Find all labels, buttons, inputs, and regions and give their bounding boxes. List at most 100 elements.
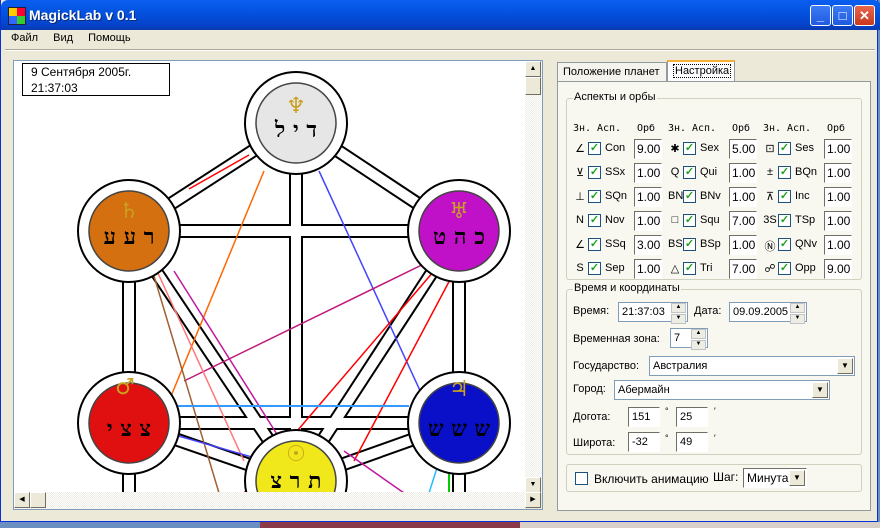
vertical-scroll-thumb[interactable] bbox=[525, 77, 541, 95]
sphere-letters-left-upper: ר ע ע bbox=[103, 224, 154, 250]
aspect-checkbox[interactable]: ✓ bbox=[683, 238, 696, 251]
aspect-checkbox[interactable]: ✓ bbox=[683, 262, 696, 275]
spin-down-icon[interactable]: ▼ bbox=[790, 314, 805, 324]
aspect-checkbox[interactable]: ✓ bbox=[778, 166, 791, 179]
aspect-orb-input[interactable]: 7.00 bbox=[729, 211, 757, 231]
aspect-checkbox[interactable]: ✓ bbox=[588, 238, 601, 251]
latitude-minutes-input[interactable]: 49 bbox=[676, 432, 708, 452]
country-select[interactable]: Австралия ▼ bbox=[649, 356, 855, 376]
aspect-checkbox[interactable]: ✓ bbox=[588, 190, 601, 203]
date-input[interactable]: 09.09.2005 ▲ ▼ bbox=[729, 302, 807, 324]
tab-label: Положение планет bbox=[563, 66, 660, 78]
aspect-checkbox[interactable]: ✓ bbox=[778, 142, 791, 155]
timezone-input[interactable]: 7 ▲ ▼ bbox=[670, 328, 708, 350]
city-label: Город: bbox=[573, 383, 606, 395]
aspect-orb-input[interactable]: 1.00 bbox=[729, 163, 757, 183]
degree-sign: ° bbox=[665, 433, 669, 443]
tree-of-life-canvas[interactable]: ♆ ♄ ♅ ♂ ♃ ☉ ד י ל ר ע ע כ ה ט צ צ י ש ש … bbox=[13, 60, 543, 510]
aspect-checkbox[interactable]: ✓ bbox=[588, 142, 601, 155]
menu-help[interactable]: Помощь bbox=[82, 30, 137, 46]
sphere-letters-top: ד י ל bbox=[274, 117, 317, 143]
scroll-left-arrow-icon[interactable]: ◀ bbox=[14, 492, 30, 508]
aspects-header: Орб bbox=[637, 123, 656, 134]
horizontal-scrollbar[interactable]: ◀ bbox=[14, 492, 526, 509]
aspect-orb-input[interactable]: 9.00 bbox=[824, 259, 852, 279]
aspect-symbol-icon: ± bbox=[766, 166, 774, 178]
spin-up-icon[interactable]: ▲ bbox=[671, 303, 686, 313]
scroll-right-arrow-icon[interactable]: ▶ bbox=[525, 492, 541, 508]
aspect-checkbox[interactable]: ✓ bbox=[588, 214, 601, 227]
dropdown-arrow-icon[interactable]: ▼ bbox=[789, 470, 805, 486]
aspect-orb-input[interactable]: 1.00 bbox=[824, 187, 852, 207]
aspect-checkbox[interactable]: ✓ bbox=[683, 190, 696, 203]
aspect-orb-input[interactable]: 1.00 bbox=[634, 187, 662, 207]
close-button[interactable]: ✕ bbox=[854, 5, 875, 26]
aspect-checkbox[interactable]: ✓ bbox=[778, 238, 791, 251]
dropdown-arrow-icon[interactable]: ▼ bbox=[837, 358, 853, 374]
aspect-orb-input[interactable]: 1.00 bbox=[729, 187, 757, 207]
aspect-label: Sep bbox=[605, 262, 625, 274]
minimize-button[interactable]: _ bbox=[810, 5, 831, 26]
aspect-label: BSp bbox=[700, 238, 721, 250]
time-spinner[interactable]: ▲ ▼ bbox=[671, 303, 686, 324]
timezone-spinner[interactable]: ▲ ▼ bbox=[691, 329, 706, 350]
city-select[interactable]: Абермайн ▼ bbox=[614, 380, 830, 400]
scroll-up-arrow-icon[interactable]: ▲ bbox=[525, 61, 541, 77]
aspect-checkbox[interactable]: ✓ bbox=[683, 214, 696, 227]
spin-up-icon[interactable]: ▲ bbox=[691, 329, 706, 339]
vertical-scrollbar[interactable]: ▲ ▼ bbox=[525, 61, 542, 493]
aspect-orb-input[interactable]: 1.00 bbox=[729, 235, 757, 255]
step-select[interactable]: Минута ▼ bbox=[743, 468, 807, 488]
aspect-symbol-icon: △ bbox=[670, 263, 680, 275]
aspect-orb-input[interactable]: 9.00 bbox=[634, 139, 662, 159]
aspect-orb-input[interactable]: 3.00 bbox=[634, 235, 662, 255]
aspect-checkbox[interactable]: ✓ bbox=[683, 166, 696, 179]
aspect-orb-input[interactable]: 1.00 bbox=[634, 211, 662, 231]
date-text: 9 Сентября 2005г. bbox=[31, 65, 132, 79]
spin-up-icon[interactable]: ▲ bbox=[790, 303, 805, 313]
aspect-orb-input[interactable]: 1.00 bbox=[824, 211, 852, 231]
aspect-orb-input[interactable]: 1.00 bbox=[824, 235, 852, 255]
aspect-orb-input[interactable]: 7.00 bbox=[729, 259, 757, 279]
aspect-orb-input[interactable]: 1.00 bbox=[634, 163, 662, 183]
scroll-right-arrow-icon[interactable] bbox=[526, 476, 542, 492]
tab-settings[interactable]: Настройка bbox=[667, 60, 735, 82]
dropdown-arrow-icon[interactable]: ▼ bbox=[812, 382, 828, 398]
aspect-checkbox[interactable]: ✓ bbox=[683, 142, 696, 155]
mars-icon: ♂ bbox=[115, 375, 135, 400]
aspect-checkbox[interactable]: ✓ bbox=[588, 262, 601, 275]
animation-checkbox[interactable] bbox=[575, 472, 588, 485]
spin-down-icon[interactable]: ▼ bbox=[671, 314, 686, 324]
horizontal-scroll-thumb[interactable] bbox=[30, 492, 46, 508]
aspect-symbol-icon: ⊼ bbox=[765, 191, 775, 203]
time-input[interactable]: 21:37:03 ▲ ▼ bbox=[618, 302, 688, 324]
menu-file[interactable]: Файл bbox=[5, 30, 44, 46]
spin-down-icon[interactable]: ▼ bbox=[691, 340, 706, 350]
aspects-legend: Аспекты и орбы bbox=[573, 91, 657, 103]
sphere-letters-right-upper: כ ה ט bbox=[433, 224, 485, 250]
aspect-symbol-icon: ⊥ bbox=[575, 191, 585, 203]
aspect-orb-input[interactable]: 1.00 bbox=[634, 259, 662, 279]
longitude-degrees-input[interactable]: 151 bbox=[628, 407, 660, 427]
aspect-symbol-icon: ✱ bbox=[670, 143, 680, 155]
aspect-orb-input[interactable]: 1.00 bbox=[824, 139, 852, 159]
aspect-checkbox[interactable]: ✓ bbox=[588, 166, 601, 179]
animation-group: Включить анимацию Шаг: Минута ▼ bbox=[566, 464, 862, 492]
title-bar[interactable]: MagickLab v 0.1 _ □ ✕ bbox=[1, 0, 880, 30]
aspects-header: Асп. bbox=[597, 123, 622, 134]
aspects-header: Асп. bbox=[692, 123, 717, 134]
aspect-orb-input[interactable]: 1.00 bbox=[824, 163, 852, 183]
aspect-symbol-icon: BS bbox=[668, 238, 683, 250]
aspect-checkbox[interactable]: ✓ bbox=[778, 214, 791, 227]
aspect-orb-input[interactable]: 5.00 bbox=[729, 139, 757, 159]
time-value: 21:37:03 bbox=[622, 306, 665, 318]
app-icon bbox=[8, 7, 26, 25]
aspect-checkbox[interactable]: ✓ bbox=[778, 262, 791, 275]
maximize-button[interactable]: □ bbox=[832, 5, 853, 26]
latitude-degrees-input[interactable]: -32 bbox=[628, 432, 660, 452]
longitude-minutes-input[interactable]: 25 bbox=[676, 407, 708, 427]
tab-planet-positions[interactable]: Положение планет bbox=[557, 62, 667, 81]
date-spinner[interactable]: ▲ ▼ bbox=[790, 303, 805, 324]
aspect-checkbox[interactable]: ✓ bbox=[778, 190, 791, 203]
menu-view[interactable]: Вид bbox=[47, 30, 79, 46]
